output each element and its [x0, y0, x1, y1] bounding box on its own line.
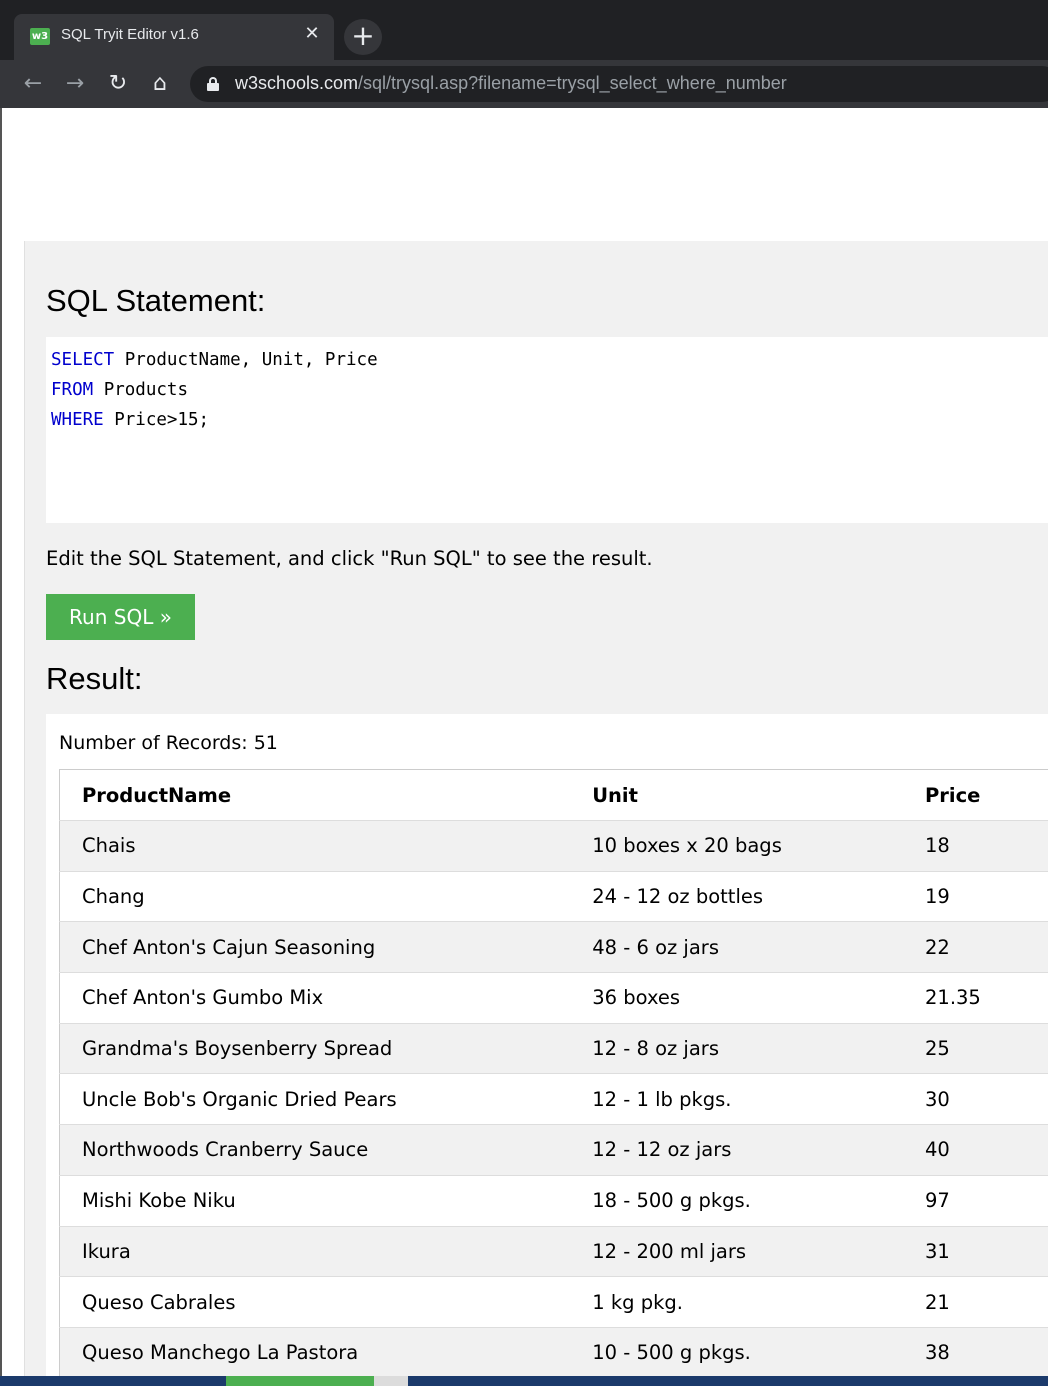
- cell-unit: 10 - 500 g pkgs.: [570, 1327, 904, 1379]
- sql-statement-heading: SQL Statement:: [46, 283, 266, 318]
- table-body: Chais 10 boxes x 20 bags 18 Chang 24 - 12 oz…: [59, 820, 1048, 1379]
- instruction-text: Edit the SQL Statement, and click "Run S…: [46, 547, 653, 570]
- cell-price: 19: [903, 871, 1048, 923]
- lock-icon[interactable]: [207, 77, 219, 91]
- cell-price: 38: [903, 1327, 1048, 1379]
- cell-price: 25: [903, 1023, 1048, 1075]
- table-row: Grandma's Boysenberry Spread 12 - 8 oz ja…: [59, 1023, 1048, 1075]
- address-bar[interactable]: w3schools.com/sql/trysql.asp?filename=tr…: [190, 66, 1048, 102]
- table-row: Chef Anton's Cajun Seasoning 48 - 6 oz ja…: [59, 921, 1048, 974]
- url-path: /sql/trysql.asp?filename=trysql_select_w…: [358, 73, 787, 93]
- sql-text: Products: [93, 380, 188, 400]
- sql-keyword: FROM: [51, 380, 94, 400]
- cell-productname: Uncle Bob's Organic Dried Pears: [59, 1073, 571, 1126]
- cell-productname: Grandma's Boysenberry Spread: [59, 1023, 571, 1075]
- run-sql-button[interactable]: Run SQL »: [46, 594, 195, 640]
- table-header-row: ProductName Unit Price: [59, 769, 1048, 821]
- cell-price: 22: [903, 921, 1048, 974]
- sql-text: Price>15;: [103, 410, 210, 430]
- column-header-price: Price: [903, 769, 1048, 821]
- cell-productname: Queso Cabrales: [59, 1276, 571, 1328]
- browser-toolbar: ← → ↻ ⌂ w3schools.com/sql/trysql.asp?fil…: [0, 60, 1048, 108]
- cell-productname: Queso Manchego La Pastora: [59, 1327, 571, 1379]
- taskbar-green-segment: [226, 1376, 374, 1386]
- forward-arrow-icon[interactable]: →: [60, 70, 90, 98]
- table-row: Queso Cabrales 1 kg pkg. 21: [59, 1276, 1048, 1328]
- records-count-text: Number of Records: 51: [59, 732, 278, 754]
- new-tab-button[interactable]: +: [344, 19, 382, 55]
- back-arrow-icon[interactable]: ←: [18, 70, 48, 98]
- sql-code-editor[interactable]: SELECT ProductName, Unit, Price FROM Pro…: [46, 337, 1048, 523]
- records-count: 51: [253, 732, 278, 754]
- sql-keyword: SELECT: [51, 350, 115, 370]
- table-row: Mishi Kobe Niku 18 - 500 g pkgs. 97: [59, 1175, 1048, 1227]
- cell-productname: Northwoods Cranberry Sauce: [59, 1124, 571, 1176]
- cell-unit: 10 boxes x 20 bags: [570, 820, 904, 872]
- cell-unit: 1 kg pkg.: [570, 1276, 904, 1328]
- table-row: Chang 24 - 12 oz bottles 19: [59, 871, 1048, 923]
- table-row: Chef Anton's Gumbo Mix 36 boxes 21.35: [59, 972, 1048, 1024]
- sql-keyword: WHERE: [51, 410, 104, 430]
- window-left-edge: [0, 108, 2, 1386]
- cell-productname: Chang: [59, 871, 571, 923]
- sql-text: ProductName, Unit, Price: [114, 350, 378, 370]
- url-text[interactable]: w3schools.com/sql/trysql.asp?filename=tr…: [235, 73, 787, 94]
- cell-price: 31: [903, 1226, 1048, 1278]
- cell-price: 21: [903, 1276, 1048, 1328]
- table-row: Ikura 12 - 200 ml jars 31: [59, 1226, 1048, 1278]
- cell-productname: Ikura: [59, 1226, 571, 1278]
- code-line: WHERE Price>15;: [51, 405, 1044, 435]
- browser-tabstrip: w3 SQL Tryit Editor v1.6 ✕ +: [0, 0, 1048, 60]
- cell-unit: 12 - 200 ml jars: [570, 1226, 904, 1278]
- url-host: w3schools.com: [235, 73, 359, 93]
- cell-price: 30: [903, 1073, 1048, 1126]
- taskbar-grey-segment: [374, 1376, 408, 1386]
- cell-productname: Chef Anton's Gumbo Mix: [59, 972, 571, 1024]
- cell-price: 97: [903, 1175, 1048, 1227]
- cell-productname: Chef Anton's Cajun Seasoning: [59, 921, 571, 974]
- result-container: Number of Records: 51 ProductName Unit P…: [46, 714, 1048, 1386]
- close-tab-icon[interactable]: ✕: [302, 24, 322, 44]
- cell-productname: Mishi Kobe Niku: [59, 1175, 571, 1227]
- records-label: Number of Records:: [59, 732, 254, 754]
- result-heading: Result:: [46, 661, 143, 696]
- cell-unit: 36 boxes: [570, 972, 904, 1024]
- cell-unit: 12 - 8 oz jars: [570, 1023, 904, 1075]
- cell-price: 21.35: [903, 972, 1048, 1024]
- column-header-productname: ProductName: [59, 769, 571, 821]
- result-table: ProductName Unit Price Chais 10 boxes x 2…: [59, 769, 1048, 1379]
- code-line: SELECT ProductName, Unit, Price: [51, 345, 1044, 375]
- cell-unit: 12 - 1 lb pkgs.: [570, 1073, 904, 1126]
- cell-price: 40: [903, 1124, 1048, 1176]
- cell-unit: 48 - 6 oz jars: [570, 921, 904, 974]
- cell-unit: 18 - 500 g pkgs.: [570, 1175, 904, 1227]
- cell-unit: 24 - 12 oz bottles: [570, 871, 904, 923]
- table-row: Queso Manchego La Pastora 10 - 500 g pkgs…: [59, 1327, 1048, 1379]
- taskbar-strip: [0, 1376, 1048, 1386]
- code-line: FROM Products: [51, 375, 1044, 405]
- reload-icon[interactable]: ↻: [103, 70, 133, 98]
- tryit-panel: SQL Statement: SELECT ProductName, Unit,…: [24, 241, 1048, 1386]
- column-header-unit: Unit: [570, 769, 904, 821]
- cell-unit: 12 - 12 oz jars: [570, 1124, 904, 1176]
- w3schools-favicon-icon: w3: [30, 28, 50, 45]
- table-row: Uncle Bob's Organic Dried Pears 12 - 1 lb…: [59, 1073, 1048, 1126]
- cell-price: 18: [903, 820, 1048, 872]
- home-icon[interactable]: ⌂: [145, 70, 175, 98]
- table-row: Chais 10 boxes x 20 bags 18: [59, 820, 1048, 872]
- browser-tab[interactable]: w3 SQL Tryit Editor v1.6 ✕: [14, 14, 334, 60]
- tab-title: SQL Tryit Editor v1.6: [61, 26, 199, 43]
- cell-productname: Chais: [59, 820, 571, 872]
- table-row: Northwoods Cranberry Sauce 12 - 12 oz jar…: [59, 1124, 1048, 1176]
